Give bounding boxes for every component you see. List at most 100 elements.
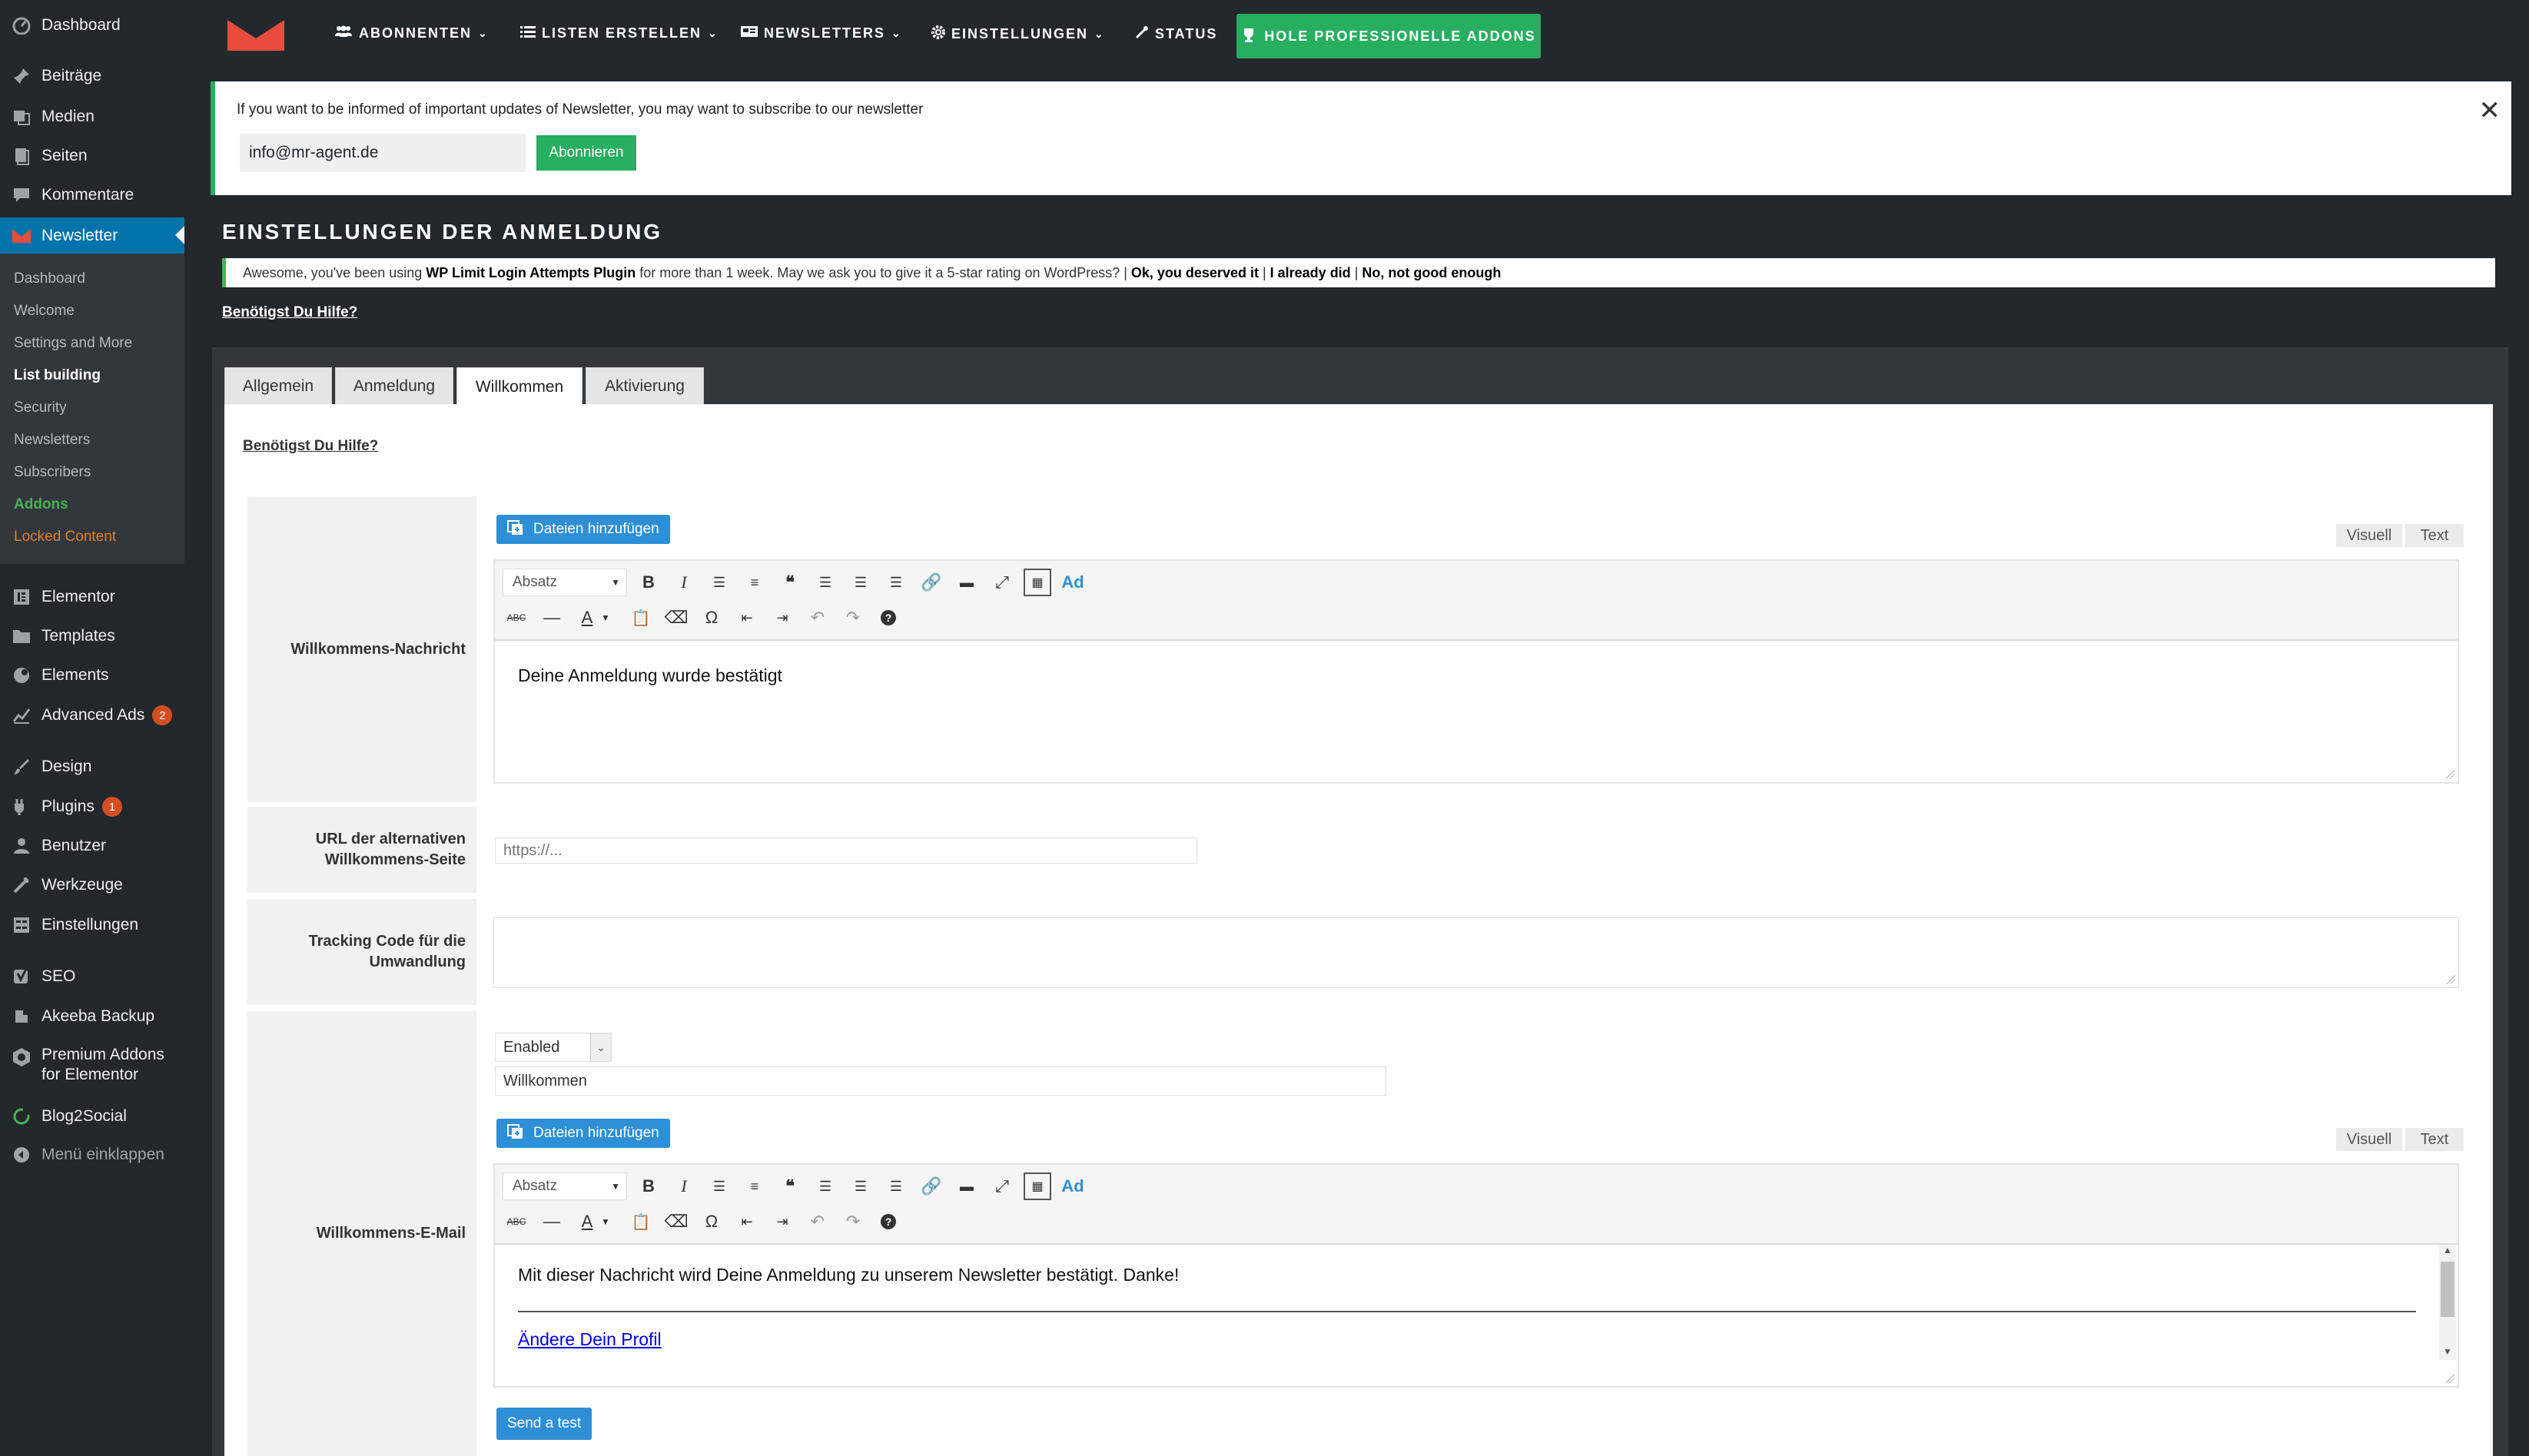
nav-listen-erstellen[interactable]: LISTEN ERSTELLEN ⌄ — [520, 25, 719, 41]
align-center-icon[interactable]: ☰ — [847, 569, 875, 596]
menu-templates[interactable]: Templates — [0, 619, 184, 654]
editor-content-area[interactable]: Mit dieser Nachricht wird Deine Anmeldun… — [495, 1243, 2458, 1386]
menu-benutzer[interactable]: Benutzer — [0, 828, 184, 864]
clear-format-icon[interactable]: ⌫ — [662, 604, 690, 632]
scroll-up-icon[interactable]: ▲ — [2439, 1245, 2456, 1259]
get-pro-addons-button[interactable]: HOLE PROFESSIONELLE ADDONS — [1236, 14, 1541, 58]
text-mode-tab[interactable]: Text — [2405, 1128, 2464, 1151]
welcome-email-subject-input[interactable]: Willkommen — [495, 1066, 1386, 1096]
special-char-icon[interactable]: Ω — [698, 1208, 725, 1235]
blockquote-icon[interactable]: ❝ — [776, 1172, 804, 1200]
scrollbar-thumb[interactable] — [2441, 1262, 2454, 1317]
tab-willkommen[interactable]: Willkommen — [456, 367, 582, 406]
align-right-icon[interactable]: ☰ — [882, 569, 910, 596]
submenu-subscribers[interactable]: Subscribers — [14, 464, 91, 481]
nav-einstellungen[interactable]: EINSTELLUNGEN ⌄ — [931, 25, 1105, 43]
undo-icon[interactable]: ↶ — [804, 604, 831, 632]
menu-premium-addons[interactable]: Premium Addons for Elementor — [0, 1042, 184, 1088]
text-mode-tab[interactable]: Text — [2405, 524, 2464, 547]
paste-text-icon[interactable]: 📋 — [627, 1208, 655, 1235]
undo-icon[interactable]: ↶ — [804, 1208, 831, 1235]
align-center-icon[interactable]: ☰ — [847, 1172, 875, 1200]
text-color-dropdown-icon[interactable]: ▼ — [592, 604, 619, 632]
subscribe-button[interactable]: Abonnieren — [536, 135, 636, 171]
indent-icon[interactable]: ⇥ — [768, 604, 796, 632]
rating-already-link[interactable]: I already did — [1270, 265, 1351, 281]
notice-email-input[interactable] — [240, 134, 526, 172]
link-icon[interactable]: 🔗 — [918, 1172, 945, 1200]
menu-plugins[interactable]: Plugins 1 — [0, 789, 184, 824]
toolbar-toggle-icon[interactable]: ▦ — [1024, 569, 1051, 596]
special-char-icon[interactable]: Ω — [698, 604, 725, 632]
tracking-code-textarea[interactable] — [493, 917, 2459, 988]
indent-icon[interactable]: ⇥ — [768, 1208, 796, 1235]
menu-advanced-ads[interactable]: Advanced Ads 2 — [0, 698, 184, 733]
submenu-addons[interactable]: Addons — [14, 496, 68, 513]
numbered-list-icon[interactable]: ≡ — [741, 569, 768, 596]
menu-beitraege[interactable]: Beiträge — [0, 58, 184, 94]
send-test-button[interactable]: Send a test — [496, 1408, 592, 1440]
strikethrough-icon[interactable]: ABC — [503, 604, 530, 632]
strikethrough-icon[interactable]: ABC — [503, 1208, 530, 1235]
menu-dashboard[interactable]: Dashboard — [0, 8, 184, 43]
paste-text-icon[interactable]: 📋 — [627, 604, 655, 632]
scroll-down-icon[interactable]: ▼ — [2439, 1346, 2456, 1360]
resize-handle-icon[interactable] — [2445, 1374, 2454, 1383]
menu-akeeba-backup[interactable]: Akeeba Backup — [0, 999, 184, 1034]
clear-format-icon[interactable]: ⌫ — [662, 1208, 690, 1235]
submenu-dashboard[interactable]: Dashboard — [14, 270, 85, 287]
numbered-list-icon[interactable]: ≡ — [741, 1172, 768, 1200]
link-icon[interactable]: 🔗 — [918, 569, 945, 596]
menu-elements[interactable]: Elements — [0, 658, 184, 693]
submenu-settings[interactable]: Settings and More — [14, 335, 132, 352]
welcome-email-status-select[interactable]: Enabled ⌄ — [495, 1033, 612, 1062]
menu-medien[interactable]: Medien — [0, 99, 184, 134]
fullscreen-icon[interactable]: ⤢ — [988, 569, 1016, 596]
bold-icon[interactable]: B — [635, 569, 662, 596]
submenu-welcome[interactable]: Welcome — [14, 303, 75, 320]
menu-einstellungen[interactable]: Einstellungen — [0, 907, 184, 943]
rating-ok-link[interactable]: Ok, you deserved it — [1131, 265, 1259, 281]
newsletter-logo[interactable] — [227, 20, 284, 55]
submenu-locked-content[interactable]: Locked Content — [14, 529, 116, 546]
italic-icon[interactable]: I — [670, 1172, 698, 1200]
profile-link[interactable]: Ändere Dein Profil — [518, 1329, 662, 1350]
align-left-icon[interactable]: ☰ — [811, 569, 839, 596]
align-right-icon[interactable]: ☰ — [882, 1172, 910, 1200]
submenu-list-building[interactable]: List building — [14, 367, 101, 384]
submenu-newsletters[interactable]: Newsletters — [14, 432, 90, 449]
submenu-security[interactable]: Security — [14, 400, 67, 416]
advanced-ads-icon[interactable]: Ad — [1059, 569, 1087, 596]
align-left-icon[interactable]: ☰ — [811, 1172, 839, 1200]
visual-mode-tab[interactable]: Visuell — [2336, 1128, 2402, 1151]
add-media-button[interactable]: Dateien hinzufügen — [496, 1119, 670, 1148]
redo-icon[interactable]: ↷ — [839, 1208, 867, 1235]
close-icon[interactable]: ✕ — [2479, 95, 2501, 126]
menu-collapse[interactable]: Menü einklappen — [0, 1137, 184, 1172]
help-icon[interactable]: ? — [875, 1208, 902, 1235]
bullet-list-icon[interactable]: ☰ — [705, 1172, 733, 1200]
read-more-icon[interactable]: ▬ — [953, 1172, 981, 1200]
menu-newsletter[interactable]: Newsletter — [0, 217, 184, 254]
alt-url-input[interactable] — [495, 837, 1197, 864]
toolbar-toggle-icon[interactable]: ▦ — [1024, 1172, 1051, 1200]
text-color-dropdown-icon[interactable]: ▼ — [592, 1208, 619, 1235]
rating-no-link[interactable]: No, not good enough — [1362, 265, 1501, 281]
format-select[interactable]: Absatz ▼ — [503, 569, 627, 596]
read-more-icon[interactable]: ▬ — [953, 569, 981, 596]
outdent-icon[interactable]: ⇤ — [733, 604, 761, 632]
help-icon[interactable]: ? — [875, 604, 902, 632]
menu-seo[interactable]: SEO — [0, 959, 184, 994]
menu-werkzeuge[interactable]: Werkzeuge — [0, 867, 184, 903]
tab-allgemein[interactable]: Allgemein — [224, 367, 332, 404]
horizontal-line-icon[interactable]: — — [538, 1208, 566, 1235]
nav-status[interactable]: STATUS — [1135, 25, 1217, 43]
format-select[interactable]: Absatz ▼ — [503, 1172, 627, 1200]
editor-scrollbar[interactable]: ▲ ▼ — [2439, 1245, 2456, 1360]
horizontal-line-icon[interactable]: — — [538, 604, 566, 632]
blockquote-icon[interactable]: ❝ — [776, 569, 804, 596]
add-media-button[interactable]: Dateien hinzufügen — [496, 515, 670, 544]
menu-design[interactable]: Design — [0, 749, 184, 784]
outdent-icon[interactable]: ⇤ — [733, 1208, 761, 1235]
visual-mode-tab[interactable]: Visuell — [2336, 524, 2402, 547]
